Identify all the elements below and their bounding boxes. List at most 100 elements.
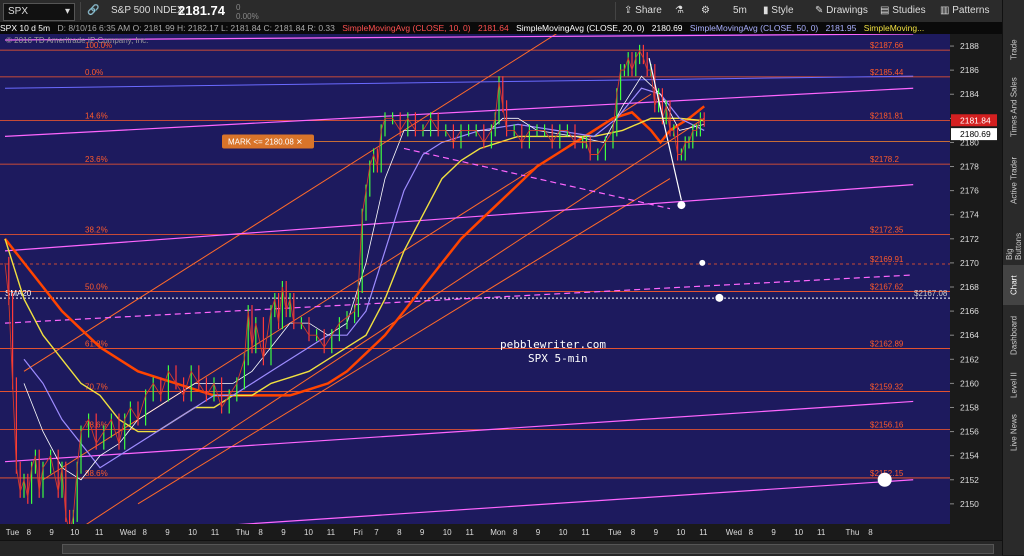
pattern-icon: ▥	[940, 5, 953, 16]
x-tick-label: 10	[304, 528, 313, 537]
x-tick-label: 11	[95, 528, 104, 537]
fib-price-label: $2156.16	[870, 421, 904, 430]
last-price: 2181.74	[178, 3, 225, 18]
x-tick-label: 10	[443, 528, 452, 537]
y-tick-label: 2162	[960, 354, 979, 364]
y-tick-label: 2178	[960, 162, 979, 172]
x-tick-label: 8	[631, 528, 636, 537]
x-tick-label: 8	[868, 528, 873, 537]
annotation-site: pebblewriter.com	[500, 338, 606, 351]
y-tick-label: 2166	[960, 306, 979, 316]
fib-price-label: $2159.32	[870, 383, 904, 392]
index-name: S&P 500 INDEX	[111, 5, 184, 16]
y-tick-label: 2158	[960, 402, 979, 412]
x-tick-label: Wed	[120, 528, 136, 537]
y-tick-label: 2168	[960, 282, 979, 292]
pencil-icon: ✎	[815, 5, 827, 16]
last-price-badge-text: 2181.84	[960, 115, 991, 125]
y-tick-label: 2174	[960, 210, 979, 220]
share-button[interactable]: ⇪ Share	[624, 3, 662, 19]
timeframe-button[interactable]: 5m	[733, 3, 747, 19]
x-tick-label: 11	[211, 528, 220, 537]
fib-level-label: 50.0%	[85, 283, 108, 292]
symbol-input[interactable]: SPX ▾	[3, 3, 75, 21]
link-icon[interactable]: 🔗	[87, 3, 99, 19]
fib-level-label: 14.6%	[85, 112, 108, 121]
y-tick-label: 2170	[960, 258, 979, 268]
plot-background	[0, 34, 950, 540]
x-tick-label: 9	[281, 528, 286, 537]
chart-title: SPX 10 d 5m	[0, 23, 51, 33]
x-tick-label: 8	[749, 528, 754, 537]
sma10-study[interactable]: SimpleMovingAvg (CLOSE, 10, 0)	[342, 23, 470, 33]
fib-level-label: 38.2%	[85, 226, 108, 235]
target-dot	[699, 259, 706, 266]
y-tick-label: 2150	[960, 499, 979, 509]
right-tab-panel: Trade Times And Sales Active Trader Big But…	[1002, 0, 1024, 555]
fib-price-label: $2172.35	[870, 226, 904, 235]
sma10-value: 2181.64	[477, 23, 509, 33]
tab-level-ii[interactable]: Level II	[1003, 365, 1024, 405]
x-tick-label: 10	[188, 528, 197, 537]
toolbar: SPX ▾ 🔗 S&P 500 INDEX 2181.74 0 0.00% ⇪ S…	[0, 0, 1024, 23]
y-tick-label: 2176	[960, 186, 979, 196]
copyright-text: © 2016 TD Ameritrade IP Company, Inc.	[6, 36, 149, 45]
fib-price-label: $2167.62	[870, 283, 904, 292]
tab-big-buttons[interactable]: Big Buttons	[1003, 220, 1024, 260]
x-tick-label: 8	[513, 528, 518, 537]
x-tick-label: 9	[771, 528, 776, 537]
drawings-button[interactable]: ✎ Drawings	[815, 3, 868, 19]
sma20-study[interactable]: SimpleMovingAvg (CLOSE, 20, 0)	[516, 23, 644, 33]
fib-level-label: 0.0%	[85, 68, 103, 77]
tab-times-and-sales[interactable]: Times And Sales	[1003, 75, 1024, 140]
x-tick-label: 11	[466, 528, 475, 537]
sma20-value: 2180.69	[651, 23, 683, 33]
x-tick-label: Tue	[6, 528, 20, 537]
fib-price-label: $2185.44	[870, 68, 904, 77]
tab-active-trader[interactable]: Active Trader	[1003, 145, 1024, 215]
ohlc-readout: D: 8/10/16 6:35 AM O: 2181.99 H: 2182.17…	[57, 23, 335, 33]
x-tick-label: 8	[27, 528, 32, 537]
x-tick-label: Fri	[353, 528, 363, 537]
x-tick-label: Tue	[608, 528, 622, 537]
tab-dashboard[interactable]: Dashboard	[1003, 310, 1024, 360]
y-tick-label: 2186	[960, 65, 979, 75]
style-button[interactable]: ▮ Style	[763, 3, 794, 19]
chevron-down-icon[interactable]: ▾	[65, 4, 70, 20]
flask-icon[interactable]: ⚗	[675, 3, 684, 19]
studies-button[interactable]: ▤ Studies	[880, 3, 926, 19]
target-dot	[715, 293, 724, 302]
bottom-scrollbar[interactable]	[0, 540, 1002, 556]
x-tick-label: Wed	[726, 528, 742, 537]
x-tick-label: Thu	[236, 528, 250, 537]
patterns-button[interactable]: ▥ Patterns	[940, 3, 989, 19]
fib-price-label: $2169.91	[870, 255, 904, 264]
sma50-study[interactable]: SimpleMovingAvg (CLOSE, 50, 0)	[690, 23, 818, 33]
y-tick-label: 2152	[960, 475, 979, 485]
x-tick-label: 9	[654, 528, 659, 537]
tab-trade[interactable]: Trade	[1003, 30, 1024, 70]
settings-icon[interactable]: ⚙	[701, 3, 710, 19]
x-tick-label: 8	[258, 528, 263, 537]
price-chart[interactable]: 2148215021522154215621582160216221642166…	[0, 34, 1002, 540]
annotation-caption: SPX 5-min	[528, 352, 588, 365]
sma20-price-label: $2167.08	[914, 289, 948, 298]
sma-more-study[interactable]: SimpleMoving...	[864, 23, 924, 33]
x-tick-label: 9	[420, 528, 425, 537]
y-tick-label: 2188	[960, 41, 979, 51]
tab-chart[interactable]: Chart	[1003, 265, 1024, 305]
x-tick-label: 10	[70, 528, 79, 537]
y-tick-label: 2184	[960, 89, 979, 99]
y-tick-label: 2164	[960, 330, 979, 340]
scroll-thumb[interactable]	[62, 544, 994, 554]
target-dot	[677, 201, 686, 210]
fib-level-label: 23.6%	[85, 155, 108, 164]
y-tick-label: 2172	[960, 234, 979, 244]
x-tick-label: 10	[559, 528, 568, 537]
x-tick-label: 11	[817, 528, 826, 537]
y-tick-label: 2160	[960, 378, 979, 388]
fib-price-label: $2162.89	[870, 340, 904, 349]
x-tick-label: 9	[165, 528, 170, 537]
sma50-value: 2181.95	[825, 23, 857, 33]
tab-live-news[interactable]: Live News	[1003, 410, 1024, 455]
